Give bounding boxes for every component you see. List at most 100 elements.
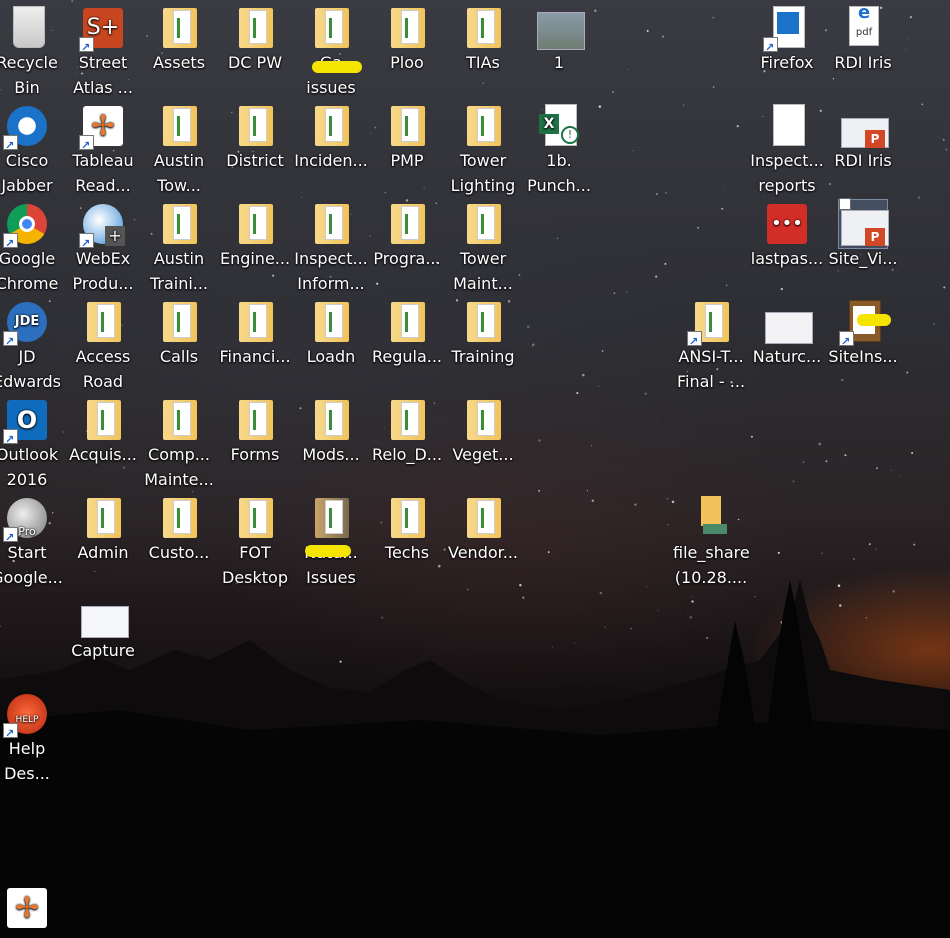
- star: [721, 207, 724, 210]
- icon-label: SiteIns...: [828, 347, 898, 366]
- vegetation-folder-icon[interactable]: Veget...: [445, 396, 521, 467]
- incidents-folder-icon[interactable]: Inciden...: [293, 102, 369, 173]
- icon-label: PMP: [390, 151, 424, 170]
- star: [777, 551, 780, 554]
- tableau-taskbar-icon[interactable]: ✢: [0, 884, 65, 932]
- star: [780, 287, 783, 291]
- star: [556, 237, 559, 240]
- outlook-2016-icon[interactable]: O Outlook 2016: [0, 396, 65, 492]
- help-desk-icon[interactable]: HELP Help Des...: [0, 690, 65, 786]
- star: [655, 193, 658, 196]
- star: [667, 524, 669, 526]
- district-folder-icon[interactable]: District: [217, 102, 293, 173]
- acquis-folder-icon[interactable]: Acquis...: [65, 396, 141, 467]
- star: [527, 325, 530, 329]
- tableau-reader-icon[interactable]: ✢ Tableau Read...: [65, 102, 141, 198]
- icon-label: Engine...: [219, 249, 291, 268]
- star: [591, 499, 594, 502]
- mods-folder-icon[interactable]: Mods...: [293, 396, 369, 467]
- nature-issues-folder-icon[interactable]: Natu... Issues: [293, 494, 369, 590]
- inspection-information-folder-icon[interactable]: Inspect... Inform...: [293, 200, 369, 296]
- calls-folder-icon[interactable]: Calls: [141, 298, 217, 369]
- star: [591, 445, 593, 447]
- tableau-glyph: ✢: [15, 891, 39, 924]
- star: [482, 82, 484, 84]
- issues-folder-icon[interactable]: Ga issues: [293, 4, 369, 100]
- icon-label: Financi...: [219, 347, 291, 366]
- star: [943, 286, 946, 289]
- programs-folder-icon[interactable]: Progra...: [369, 200, 445, 271]
- regulatory-folder-icon[interactable]: Regula...: [369, 298, 445, 369]
- star: [750, 435, 753, 438]
- street-atlas-icon[interactable]: S+ Street Atlas ...: [65, 4, 141, 100]
- loadn-folder-icon[interactable]: Loadn: [293, 298, 369, 369]
- icon-label: Inciden...: [294, 151, 368, 170]
- austin-tow-folder-icon[interactable]: Austin Tow...: [141, 102, 217, 198]
- icon-label: Tower Lighting: [450, 151, 516, 195]
- tower-maintenance-folder-icon[interactable]: Tower Maint...: [445, 200, 521, 296]
- icon-label: Forms: [230, 445, 280, 464]
- star: [818, 442, 821, 446]
- pmp-folder-icon[interactable]: PMP: [369, 102, 445, 173]
- naturc-image-icon[interactable]: Naturc...: [749, 298, 825, 369]
- assets-folder-icon[interactable]: Assets: [141, 4, 217, 75]
- icon-label: Street Atlas ...: [73, 53, 133, 97]
- google-chrome-icon[interactable]: Google Chrome: [0, 200, 65, 296]
- firefox-icon[interactable]: Firefox: [749, 4, 825, 75]
- star: [825, 460, 828, 463]
- icon-label: Mods...: [302, 445, 360, 464]
- star: [697, 226, 700, 229]
- icon-label: RDI Iris: [834, 53, 892, 72]
- star: [875, 548, 877, 550]
- google-earth-pro-icon[interactable]: Pro Start Google...: [0, 494, 65, 590]
- capture-image-icon[interactable]: Capture: [65, 592, 141, 663]
- icon-label: Vendor...: [448, 543, 518, 562]
- admin-folder-icon[interactable]: Admin: [65, 494, 141, 565]
- site-visit-ppt-icon[interactable]: P Site_Vi...: [825, 198, 901, 271]
- financial-folder-icon[interactable]: Financi...: [217, 298, 293, 369]
- techs-folder-icon[interactable]: Techs: [369, 494, 445, 565]
- access-road-folder-icon[interactable]: Access Road: [65, 298, 141, 394]
- star: [384, 192, 387, 194]
- tias-folder-icon[interactable]: TIAs: [445, 4, 521, 75]
- excel-punch-list-icon[interactable]: X! 1b. Punch...: [521, 102, 597, 198]
- custo-folder-icon[interactable]: Custo...: [141, 494, 217, 565]
- image-file-1-icon[interactable]: 1: [521, 4, 597, 75]
- icon-label: Progra...: [373, 249, 441, 268]
- rdi-iris-pdf-icon[interactable]: pdf RDI Iris: [825, 4, 901, 75]
- icon-label: Ga issues: [306, 53, 356, 97]
- vendor-folder-icon[interactable]: Vendor...: [445, 494, 521, 565]
- icon-label: Regula...: [371, 347, 443, 366]
- jd-edwards-icon[interactable]: JDE JD Edwards: [0, 298, 65, 394]
- icon-label: Naturc...: [752, 347, 822, 366]
- star: [612, 91, 614, 93]
- fot-desktop-folder-icon[interactable]: FOT Desktop: [217, 494, 293, 590]
- engineering-folder-icon[interactable]: Engine...: [217, 200, 293, 271]
- austin-training-folder-icon[interactable]: Austin Traini...: [141, 200, 217, 296]
- comp-maintenance-folder-icon[interactable]: Comp... Mainte...: [141, 396, 217, 492]
- star: [712, 17, 714, 19]
- training-folder-icon[interactable]: Training: [445, 298, 521, 369]
- ploo-folder-icon[interactable]: Ploo: [369, 4, 445, 75]
- dc-pw-folder-icon[interactable]: DC PW: [217, 4, 293, 75]
- webex-icon[interactable]: + WebEx Produ...: [65, 200, 141, 296]
- file-share-network-icon[interactable]: file_share (10.28....: [673, 494, 750, 590]
- relo-d-folder-icon[interactable]: Relo_D...: [369, 396, 445, 467]
- rdi-iris-ppt-icon[interactable]: P RDI Iris: [825, 102, 901, 173]
- ansi-final-folder-icon[interactable]: ANSI-T... Final - ...: [673, 298, 749, 394]
- cisco-jabber-icon[interactable]: Cisco Jabber: [0, 102, 65, 198]
- tower-lighting-folder-icon[interactable]: Tower Lighting: [445, 102, 521, 198]
- star: [376, 282, 379, 285]
- star: [632, 149, 634, 152]
- star: [921, 103, 924, 106]
- recycle-bin-icon[interactable]: Recycle Bin: [0, 4, 65, 100]
- star: [736, 124, 739, 128]
- icon-label: Acquis...: [69, 445, 137, 464]
- site-inspection-clipboard-icon[interactable]: SiteIns...: [825, 298, 901, 369]
- star: [832, 78, 835, 80]
- star: [71, 0, 74, 3]
- forms-folder-icon[interactable]: Forms: [217, 396, 293, 467]
- inspection-reports-icon[interactable]: Inspect... reports: [749, 102, 825, 198]
- lastpass-icon[interactable]: ••• lastpas...: [749, 200, 825, 271]
- star: [582, 373, 585, 377]
